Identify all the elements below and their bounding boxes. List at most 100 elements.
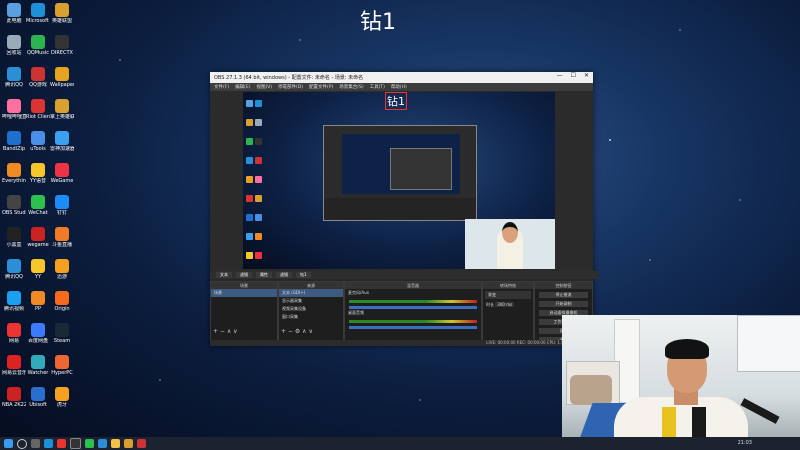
app-icon (55, 99, 69, 113)
source-toolbar-button[interactable]: 钻1 (296, 272, 311, 278)
sources-dock: 来源 文本 (GDI+) 显示器采集 视频采集设备 窗口采集 + − ⚙ ∧ ∨ (278, 281, 344, 343)
desktop-icon[interactable]: YY (26, 259, 50, 280)
desktop-icon[interactable]: WeChat (26, 195, 50, 216)
desktop-icon[interactable]: 斗鱼直播 (50, 227, 74, 248)
desktop-icon[interactable]: DIRECTX (50, 35, 74, 56)
volume-slider[interactable] (349, 326, 477, 329)
maximize-icon[interactable]: ☐ (571, 72, 576, 79)
obs-window[interactable]: OBS 27.1.3 (64 bit, windows) - 配置文件: 未命名… (210, 72, 599, 346)
app-icon (7, 131, 21, 145)
desktop-icon[interactable]: 百度网盘 (26, 323, 50, 344)
obs-icon[interactable] (70, 438, 81, 449)
menu-item[interactable]: 文件(F) (214, 84, 229, 90)
source-item[interactable]: 文本 (GDI+) (279, 289, 343, 297)
source-item[interactable]: 视频采集设备 (279, 305, 343, 313)
task-view-icon[interactable] (31, 439, 40, 448)
obs-titlebar[interactable]: OBS 27.1.3 (64 bit, windows) - 配置文件: 未命名… (210, 72, 593, 83)
app-icon (7, 3, 21, 17)
desktop-icon[interactable]: HyperPC (50, 355, 74, 376)
app-icon[interactable] (124, 439, 133, 448)
obs-preview[interactable]: 钻1 (243, 92, 555, 269)
source-toolbar-button[interactable]: 滤镜 (276, 272, 292, 278)
app-icon (55, 291, 69, 305)
start-icon[interactable] (4, 439, 13, 448)
desktop-icon[interactable]: 腾讯QQ (2, 259, 26, 280)
app-icon (7, 387, 21, 401)
desktop-icon[interactable]: 网易云音乐 (2, 355, 26, 376)
desktop-icon[interactable]: 虎牙 (50, 387, 74, 408)
desktop-icon-label: 回收站 (6, 50, 22, 56)
source-add-icon[interactable]: + − ⚙ ∧ ∨ (281, 328, 313, 335)
desktop-icon[interactable]: Microsoft Edge (26, 3, 50, 24)
webcam-overlay (562, 315, 800, 450)
preview-webcam-head (502, 222, 518, 243)
desktop-icon[interactable]: Watcher (26, 355, 50, 376)
menu-item[interactable]: 工具(T) (370, 84, 385, 90)
source-toolbar-button[interactable]: 属性 (256, 272, 272, 278)
desktop-icon[interactable]: Origin (50, 291, 74, 312)
menu-item[interactable]: 配置文件(P) (309, 84, 333, 90)
desktop-icon[interactable]: 腾讯视频 (2, 291, 26, 312)
desktop-icon[interactable]: 雷神加速器 (50, 131, 74, 152)
desktop-icon[interactable]: NBA 2K22 (2, 387, 26, 408)
desktop-icon[interactable]: 回收站 (2, 35, 26, 56)
desktop-icon[interactable]: 腾讯QQ (2, 67, 26, 88)
menu-item[interactable]: 视图(V) (256, 84, 272, 90)
desktop-icon[interactable]: 迅游 (50, 259, 74, 280)
menu-item[interactable]: 场景集合(S) (339, 84, 363, 90)
qq-icon[interactable] (98, 439, 107, 448)
desktop-icon-label: BandiZip (2, 146, 26, 152)
taskbar-clock[interactable]: 21:03 (738, 440, 752, 446)
desktop-icon[interactable]: QQ游戏 (26, 67, 50, 88)
app-icon[interactable] (137, 439, 146, 448)
desktop-icon[interactable]: Riot Client (26, 99, 50, 120)
desktop-icon[interactable]: WeGame (50, 163, 74, 184)
desktop-icon[interactable]: 此电脑 (2, 3, 26, 24)
transition-select[interactable]: 渐变 (485, 291, 531, 299)
scenes-dock-header: 场景 (211, 282, 277, 289)
desktop-icon[interactable]: 英雄联盟 (50, 3, 74, 24)
folder-icon[interactable] (111, 439, 120, 448)
desktop-icon[interactable]: Everything (2, 163, 26, 184)
duration-field[interactable]: 300 ms (495, 302, 515, 307)
desktop-icon[interactable]: Wallpaper Engine (50, 67, 74, 88)
source-toolbar-button[interactable]: 滤镜 (236, 272, 252, 278)
wechat-icon[interactable] (85, 439, 94, 448)
desktop-icon[interactable]: wegame (26, 227, 50, 248)
source-item[interactable]: 窗口采集 (279, 313, 343, 321)
desktop-icon[interactable]: Ubisoft (26, 387, 50, 408)
desktop-icon[interactable]: 钉钉 (50, 195, 74, 216)
chrome-icon[interactable] (57, 439, 66, 448)
desktop-icon[interactable]: 掌上英雄联盟 (50, 99, 74, 120)
desktop-icon[interactable]: Steam (50, 323, 74, 344)
app-icon (31, 259, 45, 273)
stop-streaming-button[interactable]: 停止推流 (539, 292, 588, 298)
desktop-icon[interactable]: 小黑盒 (2, 227, 26, 248)
close-icon[interactable]: ✕ (584, 72, 589, 79)
scene-item[interactable]: 场景 (211, 289, 277, 297)
transition-duration-label: 时长 300 ms (483, 301, 533, 309)
menu-item[interactable]: 帮助(H) (391, 84, 407, 90)
desktop-icon[interactable]: YY语音 (26, 163, 50, 184)
desktop-icon[interactable]: OBS Studio (2, 195, 26, 216)
desktop-icon[interactable]: PP (26, 291, 50, 312)
edge-icon[interactable] (44, 439, 53, 448)
desktop-icon[interactable]: uTools (26, 131, 50, 152)
desktop-icon[interactable]: 网易 (2, 323, 26, 344)
minimize-icon[interactable]: — (557, 72, 563, 79)
preview-title-text[interactable]: 钻1 (385, 92, 407, 110)
desktop-icon[interactable]: 哔哩哔哩直播姬 (2, 99, 26, 120)
desktop-icon[interactable]: QQMusic (26, 35, 50, 56)
search-icon[interactable] (17, 438, 27, 449)
start-recording-button[interactable]: 开始录制 (539, 301, 588, 307)
desktop-icon-label: OBS Studio (2, 210, 26, 216)
source-item[interactable]: 显示器采集 (279, 297, 343, 305)
menu-item[interactable]: 停靠部件(D) (278, 84, 303, 90)
desktop-icon[interactable]: BandiZip (2, 131, 26, 152)
source-toolbar-button[interactable]: 文本 (216, 272, 232, 278)
app-icon (7, 227, 21, 241)
menu-item[interactable]: 编辑(E) (235, 84, 250, 90)
desktop-icon-label: 小黑盒 (6, 242, 22, 248)
app-icon (55, 163, 69, 177)
scene-add-icon[interactable]: + − ∧ ∨ (213, 328, 238, 335)
